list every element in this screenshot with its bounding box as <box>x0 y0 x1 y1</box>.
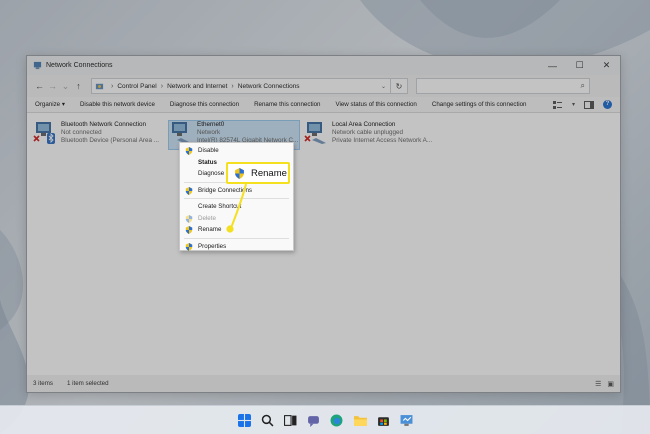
view-status-button[interactable]: View status of this connection <box>335 101 416 108</box>
network-connections-app-icon <box>33 61 42 70</box>
search-icon[interactable] <box>261 414 274 427</box>
menu-label: Create Shortcut <box>198 203 242 211</box>
taskbar <box>0 405 650 434</box>
menu-label: Diagnose <box>198 170 225 178</box>
minimize-button[interactable]: — <box>539 56 566 75</box>
menu-separator <box>184 198 289 199</box>
search-icon: ⌕ <box>580 81 585 90</box>
address-field[interactable]: › Control Panel › Network and Internet ›… <box>91 78 391 94</box>
menu-separator <box>184 237 289 239</box>
connection-name: Bluetooth Network Connection <box>61 121 147 128</box>
task-view-icon[interactable] <box>284 414 297 427</box>
file-explorer-icon[interactable] <box>354 414 367 427</box>
close-button[interactable]: ✕ <box>593 56 620 75</box>
menu-item-bridge[interactable]: Bridge Connections <box>180 185 293 197</box>
uac-shield-icon <box>185 242 193 251</box>
menu-label: Disable <box>198 147 219 155</box>
menu-item-create-shortcut[interactable]: Create Shortcut <box>180 201 293 213</box>
details-view-icon[interactable]: ☰ <box>595 380 601 388</box>
rename-callout: Rename <box>226 162 290 184</box>
menu-item-disable[interactable]: Disable <box>180 145 293 157</box>
search-input[interactable]: ⌕ <box>416 78 590 94</box>
connection-bluetooth[interactable]: Bluetooth Network Connection Not connect… <box>33 121 165 151</box>
menu-label: Bridge Connections <box>198 186 253 194</box>
menu-item-rename[interactable]: Rename <box>180 224 293 236</box>
forward-button[interactable]: → <box>46 81 59 91</box>
organize-menu[interactable]: Organize ▾ <box>35 101 65 108</box>
uac-shield-icon <box>185 226 193 234</box>
rename-connection-button[interactable]: Rename this connection <box>254 101 320 108</box>
back-button[interactable]: ← <box>33 81 46 91</box>
connection-device: Bluetooth Device (Personal Area ... <box>61 137 160 144</box>
breadcrumb-control-panel[interactable]: Control Panel <box>117 83 156 90</box>
view-dropdown-icon[interactable]: ▾ <box>572 101 575 108</box>
help-icon[interactable]: ? <box>603 100 612 109</box>
up-button[interactable]: ↑ <box>72 81 85 91</box>
control-panel-icon[interactable] <box>400 414 413 427</box>
menu-label: Status <box>198 158 217 166</box>
large-icons-view-icon[interactable]: ▣ <box>607 380 614 388</box>
windows-start-icon[interactable] <box>238 414 251 427</box>
breadcrumb-network-and-internet[interactable]: Network and Internet <box>167 83 227 90</box>
address-bar-row: ← → ⌄ ↑ › Control Panel › Network and In… <box>27 75 620 97</box>
menu-label: Rename <box>198 226 222 234</box>
command-bar: Organize ▾ Disable this network device D… <box>27 97 620 113</box>
selection-count: 1 item selected <box>66 380 109 387</box>
connection-name: Ethernet0 <box>197 121 225 128</box>
maximize-button[interactable]: ☐ <box>566 56 593 75</box>
edge-browser-icon[interactable] <box>330 414 343 427</box>
menu-label: Delete <box>198 214 216 222</box>
menu-item-properties[interactable]: Properties <box>180 241 293 253</box>
uac-shield-icon <box>185 214 193 223</box>
uac-shield-icon <box>235 167 244 179</box>
breadcrumb-network-connections[interactable]: Network Connections <box>238 83 300 90</box>
address-dropdown-icon[interactable]: ⌄ <box>381 83 386 90</box>
context-menu: Disable Status Diagnose Bridge Connectio… <box>179 142 294 251</box>
network-adapter-icon <box>304 122 326 144</box>
item-count: 3 items <box>33 380 53 387</box>
callout-label: Rename <box>251 167 287 179</box>
control-panel-icon <box>95 83 104 89</box>
network-connections-window: Network Connections — ☐ ✕ ← → ⌄ ↑ › Cont… <box>26 55 621 393</box>
change-view-icon[interactable] <box>552 100 563 109</box>
connection-name: Local Area Connection <box>332 121 396 128</box>
breadcrumb-separator: › <box>111 82 114 90</box>
connection-local-area[interactable]: Local Area Connection Network cable unpl… <box>304 121 444 151</box>
uac-shield-icon <box>185 186 193 195</box>
window-title: Network Connections <box>46 62 113 69</box>
chat-icon[interactable] <box>307 414 320 427</box>
uac-shield-icon <box>185 147 193 155</box>
recent-locations-button[interactable]: ⌄ <box>59 81 72 92</box>
connections-list: Bluetooth Network Connection Not connect… <box>27 113 620 376</box>
connection-status: Network cable unplugged <box>332 129 404 136</box>
menu-label: Properties <box>198 242 227 250</box>
bluetooth-adapter-icon <box>33 122 55 144</box>
refresh-button[interactable]: ↻ <box>391 78 408 94</box>
connection-status: Not connected <box>61 129 102 136</box>
status-bar: 3 items 1 item selected ☰ ▣ <box>27 375 620 392</box>
breadcrumb-separator: › <box>231 82 234 90</box>
store-icon[interactable] <box>377 414 390 427</box>
connection-device: Private Internet Access Network A... <box>332 137 433 144</box>
change-settings-button[interactable]: Change settings of this connection <box>432 101 527 108</box>
title-bar: Network Connections — ☐ ✕ <box>27 56 620 75</box>
connection-status: Network <box>197 129 221 136</box>
preview-pane-icon[interactable] <box>584 100 594 109</box>
disable-device-button[interactable]: Disable this network device <box>80 101 155 108</box>
breadcrumb-separator: › <box>160 82 164 90</box>
diagnose-button[interactable]: Diagnose this connection <box>170 101 239 108</box>
menu-item-delete: Delete <box>180 213 293 225</box>
